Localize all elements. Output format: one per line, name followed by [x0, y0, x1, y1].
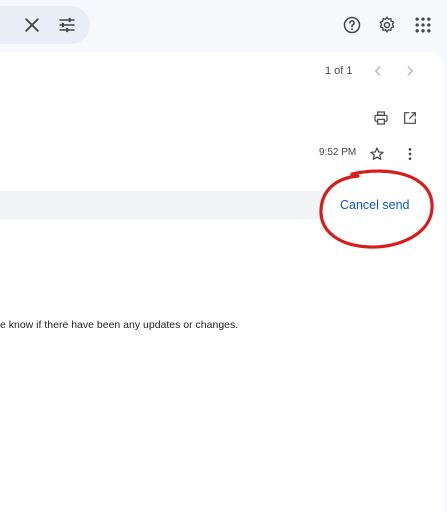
pager-count: 1 of 1 — [325, 65, 353, 77]
settings-icon[interactable] — [375, 13, 399, 37]
cancel-send-button[interactable]: Cancel send — [340, 198, 410, 214]
more-options-icon[interactable] — [401, 145, 419, 163]
tune-icon[interactable] — [55, 13, 79, 37]
chevron-right-icon[interactable] — [402, 63, 418, 79]
email-body-text: e know if there have been any updates or… — [0, 319, 239, 331]
close-icon[interactable] — [20, 13, 44, 37]
help-icon[interactable] — [340, 13, 364, 37]
chevron-left-icon[interactable] — [370, 63, 386, 79]
apps-icon[interactable] — [411, 13, 435, 37]
message-time: 9:52 PM — [319, 147, 357, 158]
open-in-new-window-icon[interactable] — [401, 109, 419, 127]
star-icon[interactable] — [368, 145, 386, 163]
gmail-window: 1 of 1 9:52 PM Cancel send e know if the… — [0, 0, 447, 512]
print-icon[interactable] — [372, 109, 390, 127]
